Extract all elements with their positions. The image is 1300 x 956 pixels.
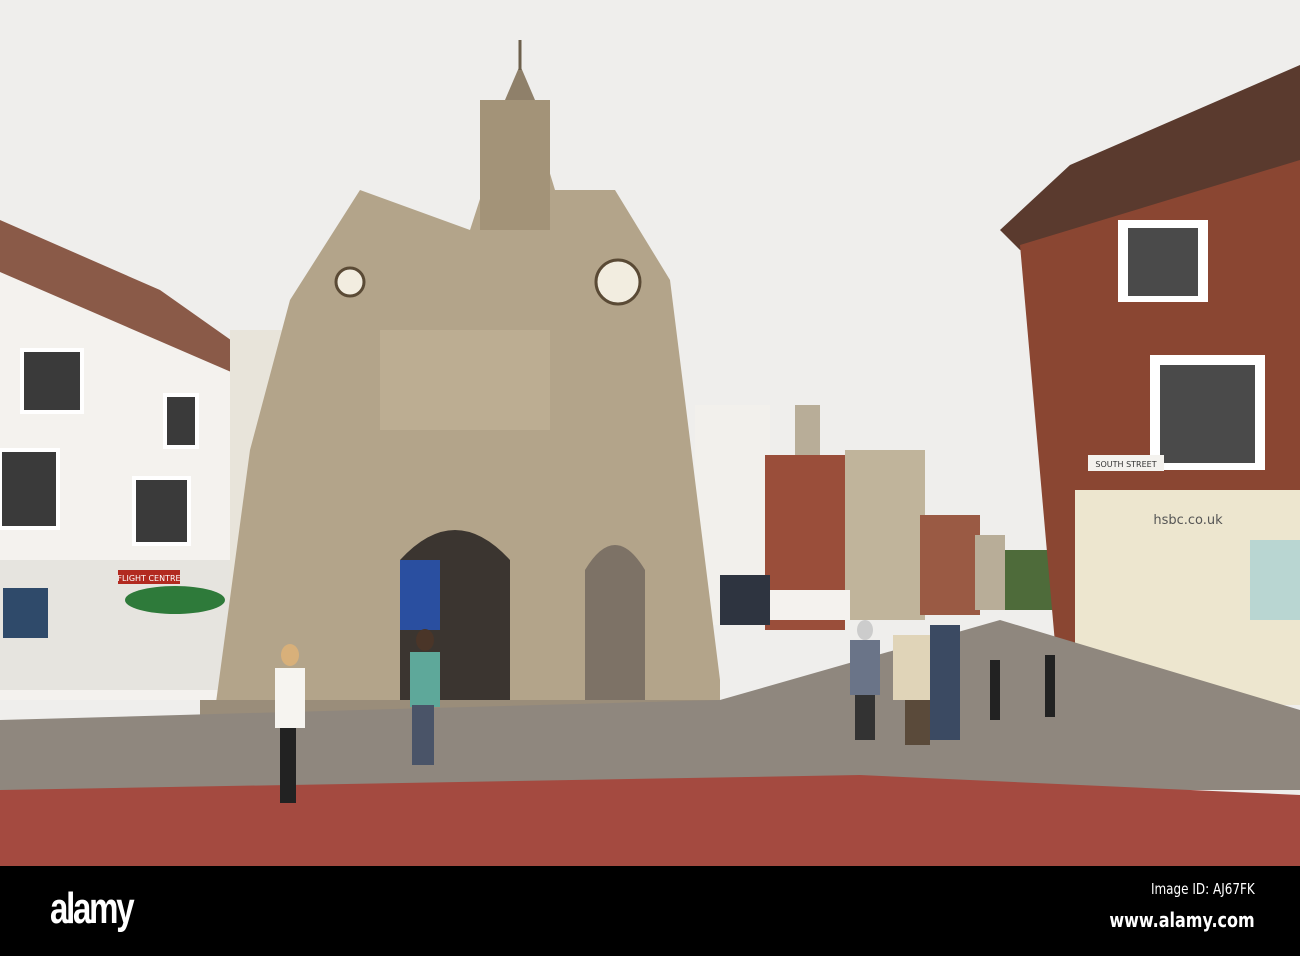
street-photo: FLIGHT CENTRE SOUTH STREET hsbc.co.uk <box>0 0 1300 866</box>
image-id: Image ID: AJ67FK <box>1151 880 1255 898</box>
site-url: www.alamy.com <box>1109 908 1255 932</box>
south-street-sign: SOUTH STREET <box>1095 460 1156 469</box>
watermark-footer: alamy Image ID: AJ67FK www.alamy.com <box>0 866 1300 956</box>
flight-centre-sign: FLIGHT CENTRE <box>117 574 180 583</box>
alamy-logo: alamy <box>50 884 135 933</box>
brick-road <box>0 775 1300 866</box>
hsbc-sign: hsbc.co.uk <box>1153 513 1223 528</box>
